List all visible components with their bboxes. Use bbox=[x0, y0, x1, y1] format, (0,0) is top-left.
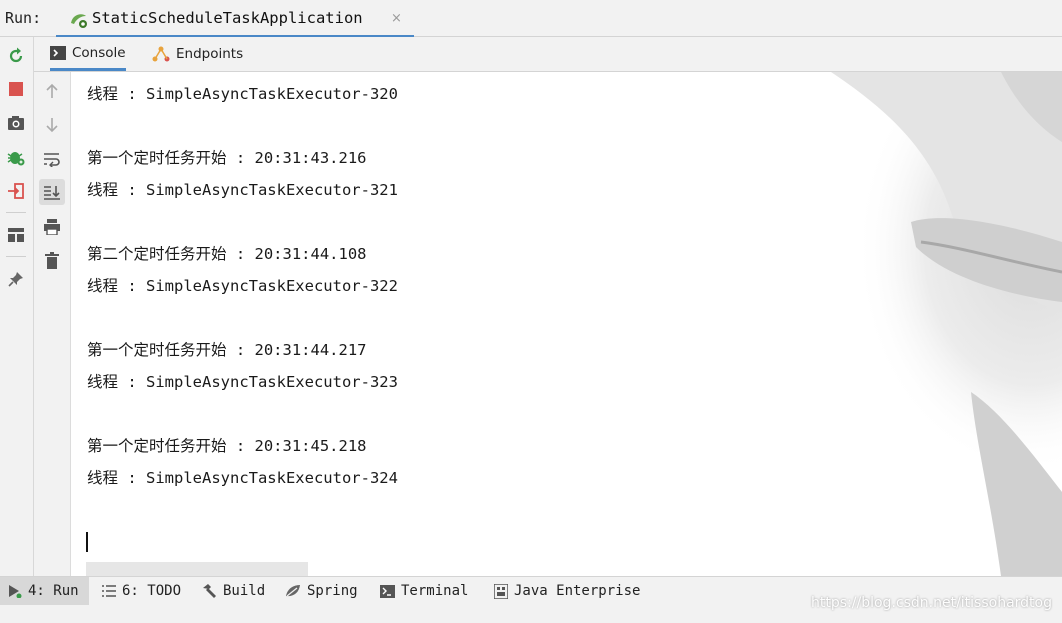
todo-icon bbox=[102, 585, 116, 597]
bottom-tab-todo-label: 6: TODO bbox=[122, 583, 182, 599]
terminal-icon bbox=[380, 584, 395, 598]
horizontal-scrollbar[interactable] bbox=[86, 562, 308, 576]
bottom-tab-spring[interactable]: Spring bbox=[285, 577, 358, 605]
bottom-tab-terminal-label: Terminal bbox=[401, 583, 469, 599]
hammer-icon bbox=[201, 583, 217, 599]
console-icon bbox=[50, 45, 66, 60]
pin-icon[interactable] bbox=[5, 268, 27, 290]
soft-wrap-icon[interactable] bbox=[39, 146, 65, 172]
console-line: 第一个定时任务开始 : 20:31:45.218 bbox=[87, 437, 367, 455]
console-lines: 线程 : SimpleAsyncTaskExecutor-320 第一个定时任务… bbox=[87, 82, 398, 498]
run-side-toolbar bbox=[0, 37, 34, 576]
debug-icon[interactable] bbox=[5, 146, 27, 168]
bottom-tab-build[interactable]: Build bbox=[201, 577, 265, 605]
spring-icon bbox=[285, 584, 301, 598]
console-toolbar bbox=[34, 72, 71, 576]
run-config-title: StaticScheduleTaskApplication bbox=[92, 9, 363, 27]
bottom-toolwindow-bar: 4: Run 6: TODO Build Spring Terminal Jav… bbox=[0, 576, 1062, 623]
bottom-tab-todo[interactable]: 6: TODO bbox=[102, 577, 181, 605]
run-icon bbox=[8, 584, 22, 598]
close-tab-icon[interactable]: × bbox=[391, 11, 402, 26]
run-toolwindow-header: Run: StaticScheduleTaskApplication × bbox=[0, 0, 1062, 38]
console-line: 第一个定时任务开始 : 20:31:44.217 bbox=[87, 341, 367, 359]
scroll-to-end-icon[interactable] bbox=[39, 179, 65, 205]
stop-icon[interactable] bbox=[5, 78, 27, 100]
text-cursor bbox=[86, 532, 88, 552]
console-line: 第一个定时任务开始 : 20:31:43.216 bbox=[87, 149, 367, 167]
console-line: 线程 : SimpleAsyncTaskExecutor-322 bbox=[87, 277, 398, 295]
trash-icon[interactable] bbox=[39, 247, 65, 273]
bottom-tab-java-enterprise[interactable]: Java Enterprise bbox=[494, 577, 640, 605]
bottom-tab-terminal[interactable]: Terminal bbox=[380, 577, 468, 605]
bottom-tab-run[interactable]: 4: Run bbox=[0, 577, 89, 605]
arrow-down-icon[interactable] bbox=[39, 112, 65, 138]
rerun-icon[interactable] bbox=[5, 45, 27, 67]
toolbar-separator bbox=[6, 256, 26, 257]
tab-console-label: Console bbox=[72, 44, 126, 61]
login-icon[interactable] bbox=[5, 180, 27, 202]
console-line: 第二个定时任务开始 : 20:31:44.108 bbox=[87, 245, 367, 263]
bottom-tab-run-label: 4: Run bbox=[28, 583, 79, 599]
console-line: 线程 : SimpleAsyncTaskExecutor-323 bbox=[87, 373, 398, 391]
bottom-tab-java-enterprise-label: Java Enterprise bbox=[514, 583, 641, 599]
camera-icon[interactable] bbox=[5, 112, 27, 134]
tab-endpoints-label: Endpoints bbox=[176, 46, 244, 62]
bottom-tab-spring-label: Spring bbox=[307, 583, 358, 599]
arrow-up-icon[interactable] bbox=[39, 78, 65, 104]
run-label: Run: bbox=[5, 9, 42, 27]
endpoints-icon bbox=[152, 46, 170, 62]
tab-endpoints[interactable]: Endpoints bbox=[152, 37, 243, 71]
bottom-tab-build-label: Build bbox=[223, 583, 266, 599]
run-config-tab[interactable]: StaticScheduleTaskApplication × bbox=[56, 2, 414, 38]
layout-icon[interactable] bbox=[5, 224, 27, 246]
print-icon[interactable] bbox=[39, 214, 65, 240]
tab-console[interactable]: Console bbox=[50, 37, 126, 71]
console-subtabs: Console Endpoints bbox=[34, 37, 1062, 72]
toolbar-separator bbox=[6, 212, 26, 213]
java-enterprise-icon bbox=[494, 583, 508, 599]
console-output[interactable]: 线程 : SimpleAsyncTaskExecutor-320 第一个定时任务… bbox=[71, 72, 1062, 576]
watermark-credit: https://blog.csdn.net/itissohardtog bbox=[811, 595, 1052, 611]
console-line: 线程 : SimpleAsyncTaskExecutor-324 bbox=[87, 469, 398, 487]
spring-boot-app-icon bbox=[71, 14, 87, 28]
console-line: 线程 : SimpleAsyncTaskExecutor-320 bbox=[87, 85, 398, 103]
console-line: 线程 : SimpleAsyncTaskExecutor-321 bbox=[87, 181, 398, 199]
